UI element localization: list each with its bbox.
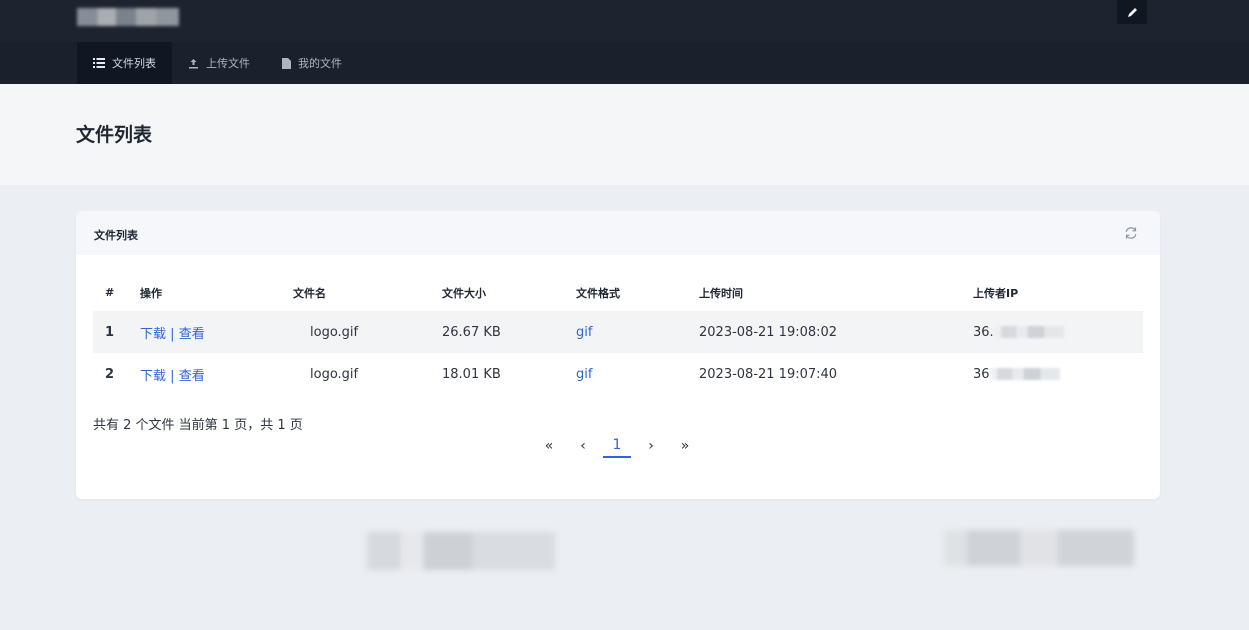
pen-icon	[1127, 7, 1137, 17]
nav-item-file-list[interactable]: 文件列表	[77, 42, 172, 84]
page-title: 文件列表	[76, 124, 153, 146]
pagination-summary: 共有 2 个文件 当前第 1 页，共 1 页	[93, 418, 303, 433]
column-header-filename: 文件名	[293, 286, 326, 300]
ip-prefix: 36	[973, 366, 990, 382]
edit-button[interactable]	[1117, 0, 1147, 24]
footer-blurred-text	[944, 530, 1134, 566]
table-row: 2 下载 | 查看 logo.gif 18.01 KB gif 2023-08-…	[93, 353, 1143, 395]
upload-icon	[189, 58, 198, 68]
nav-item-my-files[interactable]: 我的文件	[266, 42, 358, 84]
file-format: gif	[576, 353, 699, 395]
format-link[interactable]: gif	[576, 325, 592, 340]
nav-item-upload[interactable]: 上传文件	[172, 42, 266, 84]
download-link[interactable]: 下载	[140, 369, 166, 384]
column-header-number: #	[105, 286, 115, 299]
ip-redacted	[989, 368, 1060, 380]
site-logo[interactable]	[77, 8, 179, 26]
refresh-icon[interactable]	[1122, 224, 1140, 242]
file-icon	[282, 57, 291, 69]
nav-item-label: 上传文件	[206, 57, 250, 70]
uploader-ip: 36	[973, 353, 1143, 395]
download-link[interactable]: 下载	[140, 327, 166, 342]
upload-time: 2023-08-21 19:08:02	[699, 311, 973, 353]
table-row: 1 下载 | 查看 logo.gif 26.67 KB gif 2023-08-…	[93, 311, 1143, 353]
ip-prefix: 36.	[973, 324, 994, 340]
nav-item-label: 文件列表	[112, 57, 156, 70]
file-table: # 操作 文件名 文件大小 文件格式 上传时间 上传者IP 1 下载 | 查看 …	[93, 274, 1143, 395]
row-actions: 下载 | 查看	[140, 353, 293, 395]
next-page-button[interactable]: ›	[634, 434, 668, 458]
file-list-card: 文件列表 # 操作 文件名 文件大小 文件格式 上传时间 上传者IP 1 下载 …	[76, 211, 1160, 499]
nav-menu: 文件列表 上传文件 我的文件	[77, 42, 358, 84]
column-header-format: 文件格式	[576, 286, 620, 300]
prev-page-button[interactable]: ‹	[566, 434, 600, 458]
nav-bar: 文件列表 上传文件 我的文件	[0, 42, 1249, 84]
column-header-actions: 操作	[140, 286, 162, 300]
first-page-button[interactable]: «	[532, 434, 566, 458]
file-size: 18.01 KB	[442, 366, 501, 382]
action-separator: |	[170, 326, 175, 342]
nav-item-label: 我的文件	[298, 57, 342, 70]
ip-redacted	[993, 326, 1064, 338]
file-name: logo.gif	[293, 311, 442, 353]
uploader-ip: 36.	[973, 311, 1143, 353]
file-format: gif	[576, 311, 699, 353]
view-link[interactable]: 查看	[179, 369, 205, 384]
file-name: logo.gif	[310, 366, 359, 382]
row-actions: 下载 | 查看	[140, 311, 293, 353]
row-number: 2	[105, 366, 115, 382]
page-header: 文件列表	[0, 84, 1249, 185]
card-header: 文件列表	[76, 211, 1160, 255]
format-link[interactable]: gif	[576, 367, 592, 382]
card-title: 文件列表	[94, 229, 138, 242]
action-separator: |	[170, 368, 175, 384]
column-header-size: 文件大小	[442, 286, 486, 300]
pagination: « ‹ 1 › »	[532, 434, 702, 458]
file-size: 26.67 KB	[442, 311, 576, 353]
view-link[interactable]: 查看	[179, 327, 205, 342]
column-header-upload-time: 上传时间	[699, 286, 743, 300]
column-header-uploader-ip: 上传者IP	[973, 286, 1019, 300]
row-number: 1	[93, 311, 140, 353]
list-icon	[93, 58, 105, 68]
last-page-button[interactable]: »	[668, 434, 702, 458]
current-page-button[interactable]: 1	[603, 434, 631, 458]
footer-blurred-text	[367, 532, 555, 570]
upload-time: 2023-08-21 19:07:40	[699, 366, 838, 382]
table-header-row: # 操作 文件名 文件大小 文件格式 上传时间 上传者IP	[93, 274, 1143, 311]
